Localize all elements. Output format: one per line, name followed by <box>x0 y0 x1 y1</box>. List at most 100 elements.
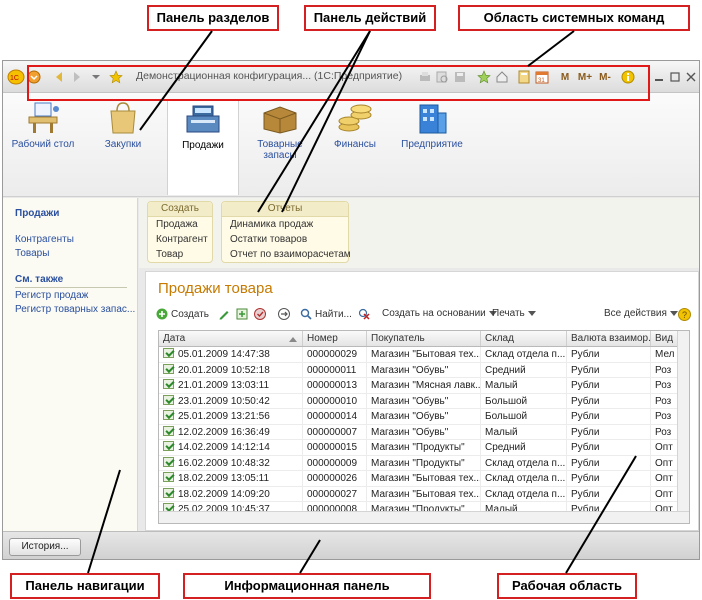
home-icon[interactable] <box>495 69 509 85</box>
table-row[interactable]: 25.01.2009 13:21:56 000000014 Магазин "Обу… <box>159 409 689 425</box>
create-sale-link[interactable]: Продажа <box>148 217 212 232</box>
nav-item-sales-register[interactable]: Регистр продаж <box>15 290 88 301</box>
table-body: 05.01.2009 14:47:38 000000029 Магазин "Быт… <box>159 347 689 523</box>
column-buyer[interactable]: Покупатель <box>367 331 481 346</box>
svg-text:1C: 1C <box>10 75 19 82</box>
table-cell: Средний <box>481 440 567 455</box>
calculator-icon[interactable] <box>517 69 531 85</box>
table-row[interactable]: 23.01.2009 10:50:42 000000010 Магазин "Обу… <box>159 393 689 409</box>
column-number[interactable]: Номер <box>303 331 367 346</box>
create-group-header: Создать <box>148 202 212 217</box>
nav-item-contractors[interactable]: Контрагенты <box>15 234 74 245</box>
table-cell: 18.02.2009 14:09:20 <box>159 486 303 501</box>
horizontal-scrollbar[interactable] <box>159 511 689 523</box>
reports-group: Отчеты Динамика продаж Остатки товаров О… <box>221 201 351 263</box>
memory-mplus-button[interactable]: M+ <box>577 69 593 85</box>
callout-work-area: Рабочая область <box>497 573 637 599</box>
section-purchases[interactable]: Закупки <box>91 99 155 150</box>
posted-document-icon <box>163 456 174 467</box>
report-settlements-link[interactable]: Отчет по взаиморасчетам <box>222 247 351 262</box>
table-row[interactable]: 21.01.2009 13:03:11 000000013 Магазин "Мяс… <box>159 378 689 394</box>
favorites-star-icon[interactable] <box>109 69 123 85</box>
post-button[interactable] <box>278 308 290 320</box>
section-sales[interactable]: Продажи <box>167 99 239 195</box>
nav-header-sales[interactable]: Продажи <box>15 208 59 219</box>
cash-register-icon <box>183 100 223 136</box>
table-cell: Роз <box>651 409 679 424</box>
nav-item-stock-register[interactable]: Регистр товарных запас... <box>15 304 135 315</box>
table-cell: 000000027 <box>303 486 367 501</box>
section-finance[interactable]: Финансы <box>323 99 387 150</box>
table-cell: Малый <box>481 424 567 439</box>
posted-document-icon <box>163 441 174 451</box>
table-cell: 16.02.2009 10:48:32 <box>159 455 303 470</box>
section-desktop[interactable]: Рабочий стол <box>11 99 75 150</box>
all-actions-button[interactable]: Все действия <box>604 308 678 319</box>
forward-icon[interactable] <box>71 69 83 85</box>
table-row[interactable]: 14.02.2009 14:12:14 000000015 Магазин "Про… <box>159 440 689 456</box>
section-enterprise[interactable]: Предприятие <box>397 99 467 150</box>
close-icon[interactable] <box>685 69 697 85</box>
back-icon[interactable] <box>53 69 65 85</box>
cancel-search-icon <box>358 308 370 320</box>
app-logo-icon[interactable]: 1C <box>7 69 25 85</box>
history-dropdown-icon[interactable] <box>91 69 101 85</box>
add-icon <box>156 308 168 320</box>
work-area: Продажи товара Создать Найти... Создать … <box>145 271 699 531</box>
info-icon[interactable] <box>621 69 635 85</box>
column-kind[interactable]: Вид <box>651 331 679 346</box>
table-row[interactable]: 16.02.2009 10:48:32 000000009 Магазин "Про… <box>159 455 689 471</box>
table-cell: Склад отдела п... <box>481 471 567 486</box>
vertical-scrollbar[interactable] <box>677 331 689 523</box>
find-label: Найти... <box>315 308 352 320</box>
table-cell: 000000026 <box>303 471 367 486</box>
column-warehouse[interactable]: Склад <box>481 331 567 346</box>
table-cell: Магазин "Продукты" <box>367 440 481 455</box>
window-title: Демонстрационная конфигурация... (1С:Пре… <box>136 70 403 82</box>
edit-button[interactable] <box>218 308 230 320</box>
column-date[interactable]: Дата <box>159 331 303 346</box>
create-based-on-button[interactable]: Создать на основании <box>382 308 497 319</box>
table-row[interactable]: 05.01.2009 14:47:38 000000029 Магазин "Быт… <box>159 347 689 363</box>
table-header: Дата Номер Покупатель Склад Валюта взаим… <box>159 331 689 347</box>
add-favorite-icon[interactable] <box>477 69 491 85</box>
table-row[interactable]: 18.02.2009 14:09:20 000000027 Магазин "Быт… <box>159 486 689 502</box>
building-icon <box>412 99 452 135</box>
report-sales-dynamics-link[interactable]: Динамика продаж <box>222 217 348 232</box>
table-cell: 25.01.2009 13:21:56 <box>159 409 303 424</box>
table-cell: 000000014 <box>303 409 367 424</box>
delete-mark-button[interactable] <box>254 308 266 320</box>
create-contractor-link[interactable]: Контрагент <box>148 232 212 247</box>
section-inventory[interactable]: Товарные запасы <box>245 99 315 161</box>
nav-item-goods[interactable]: Товары <box>15 248 49 259</box>
table-row[interactable]: 20.01.2009 10:52:18 000000011 Магазин "Обу… <box>159 362 689 378</box>
help-button[interactable]: ? <box>678 308 691 321</box>
print-label: Печать <box>492 308 525 319</box>
history-button[interactable]: История... <box>9 538 81 556</box>
maximize-icon[interactable] <box>669 69 681 85</box>
create-button[interactable]: Создать <box>156 308 209 320</box>
main-menu-icon[interactable] <box>27 69 41 85</box>
print-button[interactable]: Печать <box>492 308 536 319</box>
print-icon[interactable] <box>418 69 432 85</box>
preview-icon[interactable] <box>435 69 449 85</box>
calendar-icon[interactable]: 31 <box>535 69 549 85</box>
memory-m-button[interactable]: M <box>559 69 571 85</box>
minimize-icon[interactable] <box>653 69 665 85</box>
copy-button[interactable] <box>236 308 248 320</box>
nav-divider <box>15 287 127 288</box>
desk-icon <box>23 99 63 135</box>
table-row[interactable]: 12.02.2009 16:36:49 000000007 Магазин "Обу… <box>159 424 689 440</box>
table-cell: Рубли <box>567 424 651 439</box>
section-label: Закупки <box>104 139 142 150</box>
page-title: Продажи товара <box>158 280 273 297</box>
column-currency[interactable]: Валюта взаимор... <box>567 331 651 346</box>
posted-document-icon <box>163 348 174 358</box>
memory-mminus-button[interactable]: M- <box>598 69 612 85</box>
create-goods-link[interactable]: Товар <box>148 247 212 262</box>
save-icon[interactable] <box>453 69 467 85</box>
table-row[interactable]: 18.02.2009 13:05:11 000000026 Магазин "Быт… <box>159 471 689 487</box>
cancel-search-button[interactable] <box>358 308 370 320</box>
report-stock-link[interactable]: Остатки товаров <box>222 232 348 247</box>
find-button[interactable]: Найти... <box>300 308 352 320</box>
